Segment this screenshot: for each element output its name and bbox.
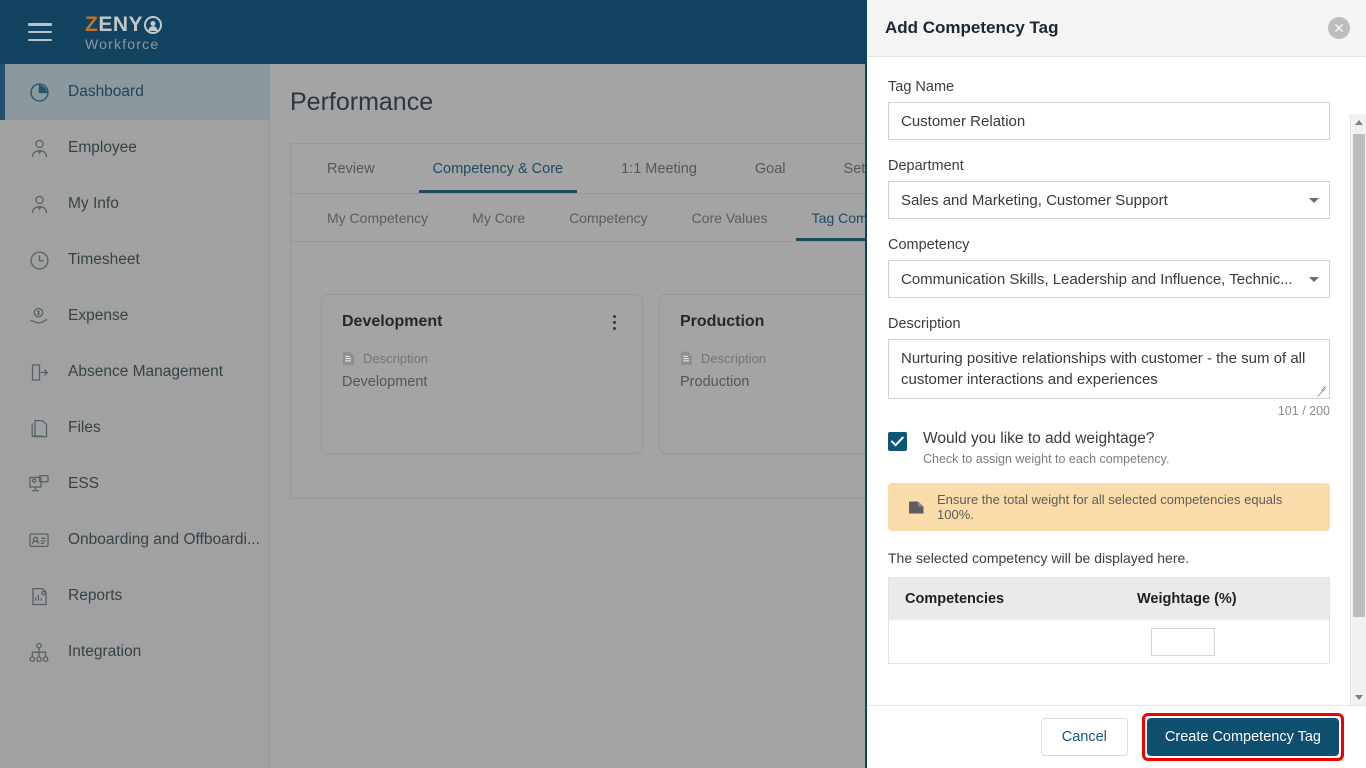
dialog-body: Tag Name Customer Relation Department Sa… [867,57,1366,705]
weightage-checkbox-row: Would you like to add weightage? Check t… [888,430,1345,466]
create-competency-tag-button[interactable]: Create Competency Tag [1146,718,1339,756]
department-field-group: Department Sales and Marketing, Customer… [888,158,1345,219]
tag-name-input[interactable]: Customer Relation [888,102,1330,140]
competency-field-group: Competency Communication Skills, Leaders… [888,237,1345,298]
description-textarea[interactable]: Nurturing positive relationships with cu… [888,339,1330,399]
dialog-header: Add Competency Tag ✕ [867,0,1366,57]
dialog-title: Add Competency Tag [885,18,1059,37]
chevron-down-icon [1309,276,1319,282]
weightage-checkbox[interactable] [888,432,907,451]
department-select[interactable]: Sales and Marketing, Customer Support [888,181,1330,219]
competency-select[interactable]: Communication Skills, Leadership and Inf… [888,260,1330,298]
weightage-checkbox-label: Would you like to add weightage? [923,430,1155,447]
weightage-row-input[interactable] [1151,627,1215,656]
weightage-table-header: Competencies Weightage (%) [889,578,1329,619]
cancel-button[interactable]: Cancel [1040,718,1128,756]
chevron-down-icon [1309,197,1319,203]
weightage-table-header-competencies: Competencies [905,590,1005,607]
description-label: Description [888,316,961,332]
dialog-scrollbar[interactable] [1350,114,1366,705]
competency-selected-value: Communication Skills, Leadership and Inf… [901,270,1293,288]
app-root: Z ENY Workforce Dashboard Employee My Info T… [0,0,1366,768]
submit-button-highlight: Create Competency Tag [1141,713,1344,761]
weight-total-alert-text: Ensure the total weight for all selected… [937,492,1283,522]
weightage-checkbox-sublabel: Check to assign weight to each competenc… [923,452,1170,466]
table-row [889,619,1329,663]
scroll-down-arrow-icon[interactable] [1351,689,1366,705]
add-competency-tag-dialog: Add Competency Tag ✕ Tag Name Customer R… [865,0,1366,768]
description-field-group: Description Nurturing positive relations… [888,316,1345,418]
close-icon[interactable]: ✕ [1328,17,1350,39]
department-label: Department [888,158,964,174]
scrollbar-thumb[interactable] [1353,134,1365,617]
resize-handle-icon[interactable] [1316,385,1326,395]
dialog-footer: Cancel Create Competency Tag [867,705,1366,768]
weightage-table: Competencies Weightage (%) [888,577,1330,664]
description-char-counter: 101 / 200 [1277,404,1330,418]
check-icon [891,436,904,447]
department-selected-value: Sales and Marketing, Customer Support [901,191,1168,209]
weight-total-alert: Ensure the total weight for all selected… [888,483,1330,531]
selected-competency-helper-text: The selected competency will be displaye… [888,550,1190,566]
tag-name-field-group: Tag Name Customer Relation [888,79,1345,140]
note-icon [909,501,924,513]
competency-label: Competency [888,237,970,253]
weightage-table-header-weightage: Weightage (%) [1137,590,1237,607]
description-text: Nurturing positive relationships with cu… [901,350,1306,389]
scroll-up-arrow-icon[interactable] [1351,114,1366,130]
tag-name-label: Tag Name [888,79,955,95]
